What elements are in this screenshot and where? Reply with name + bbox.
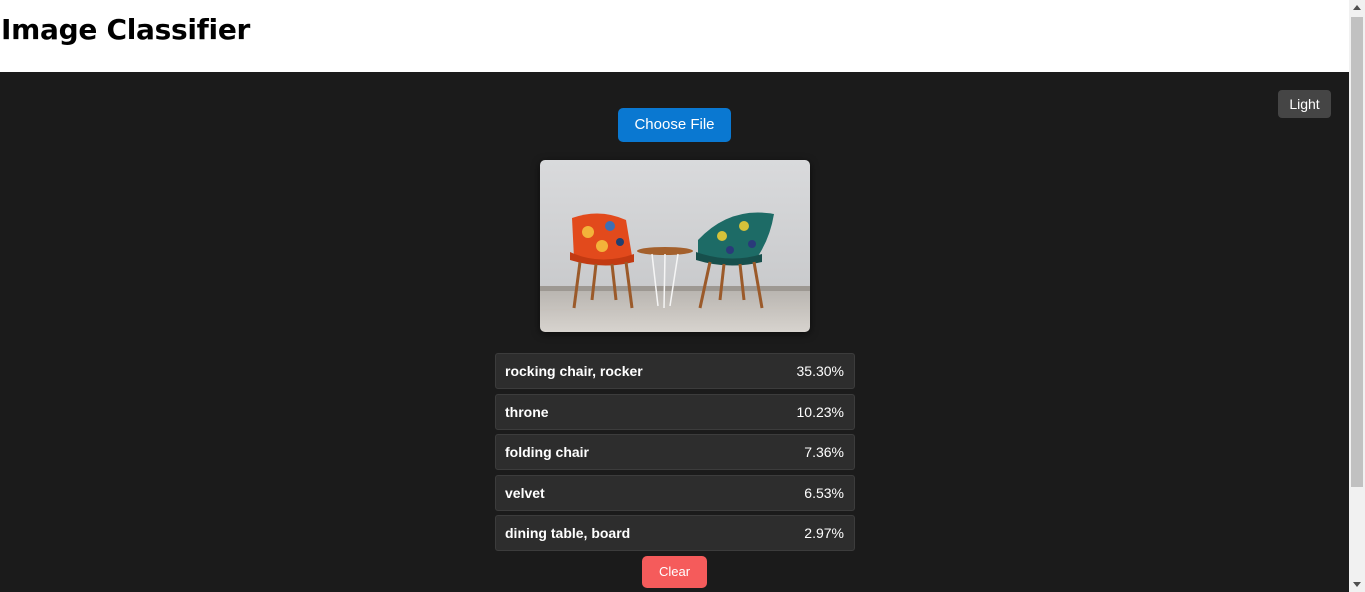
app-header: Image Classifier: [0, 0, 1349, 72]
result-percent: 10.23%: [796, 403, 844, 420]
clear-button[interactable]: Clear: [642, 556, 707, 588]
result-percent: 35.30%: [796, 363, 844, 379]
results-list: rocking chair, rocker 35.30% throne 10.2…: [495, 353, 855, 556]
scrollbar-thumb[interactable]: [1351, 17, 1363, 487]
result-row: rocking chair, rocker 35.30%: [495, 353, 855, 389]
image-preview: [540, 160, 810, 332]
theme-toggle-button[interactable]: Light: [1278, 90, 1331, 118]
result-row: folding chair 7.36%: [495, 434, 855, 470]
result-row: dining table, board 2.97%: [495, 515, 855, 551]
result-row: throne 10.23%: [495, 393, 855, 430]
scroll-down-icon[interactable]: [1349, 576, 1365, 592]
result-label: folding chair: [505, 444, 589, 460]
result-label: dining table, board: [505, 525, 631, 541]
result-percent: 6.53%: [804, 484, 844, 501]
result-row: velvet 6.53%: [495, 474, 855, 511]
vertical-scrollbar[interactable]: [1349, 0, 1365, 592]
result-label: throne: [505, 403, 549, 420]
choose-file-button[interactable]: Choose File: [618, 108, 731, 142]
scroll-up-icon[interactable]: [1349, 0, 1365, 16]
result-label: velvet: [505, 484, 545, 501]
result-percent: 7.36%: [804, 444, 844, 460]
page-title: Image Classifier: [1, 13, 251, 46]
result-percent: 2.97%: [804, 525, 844, 541]
chairs-photo: [540, 160, 810, 332]
main-panel: Light Choose File rocking chair, rocker …: [0, 72, 1349, 592]
result-label: rocking chair, rocker: [505, 363, 643, 379]
